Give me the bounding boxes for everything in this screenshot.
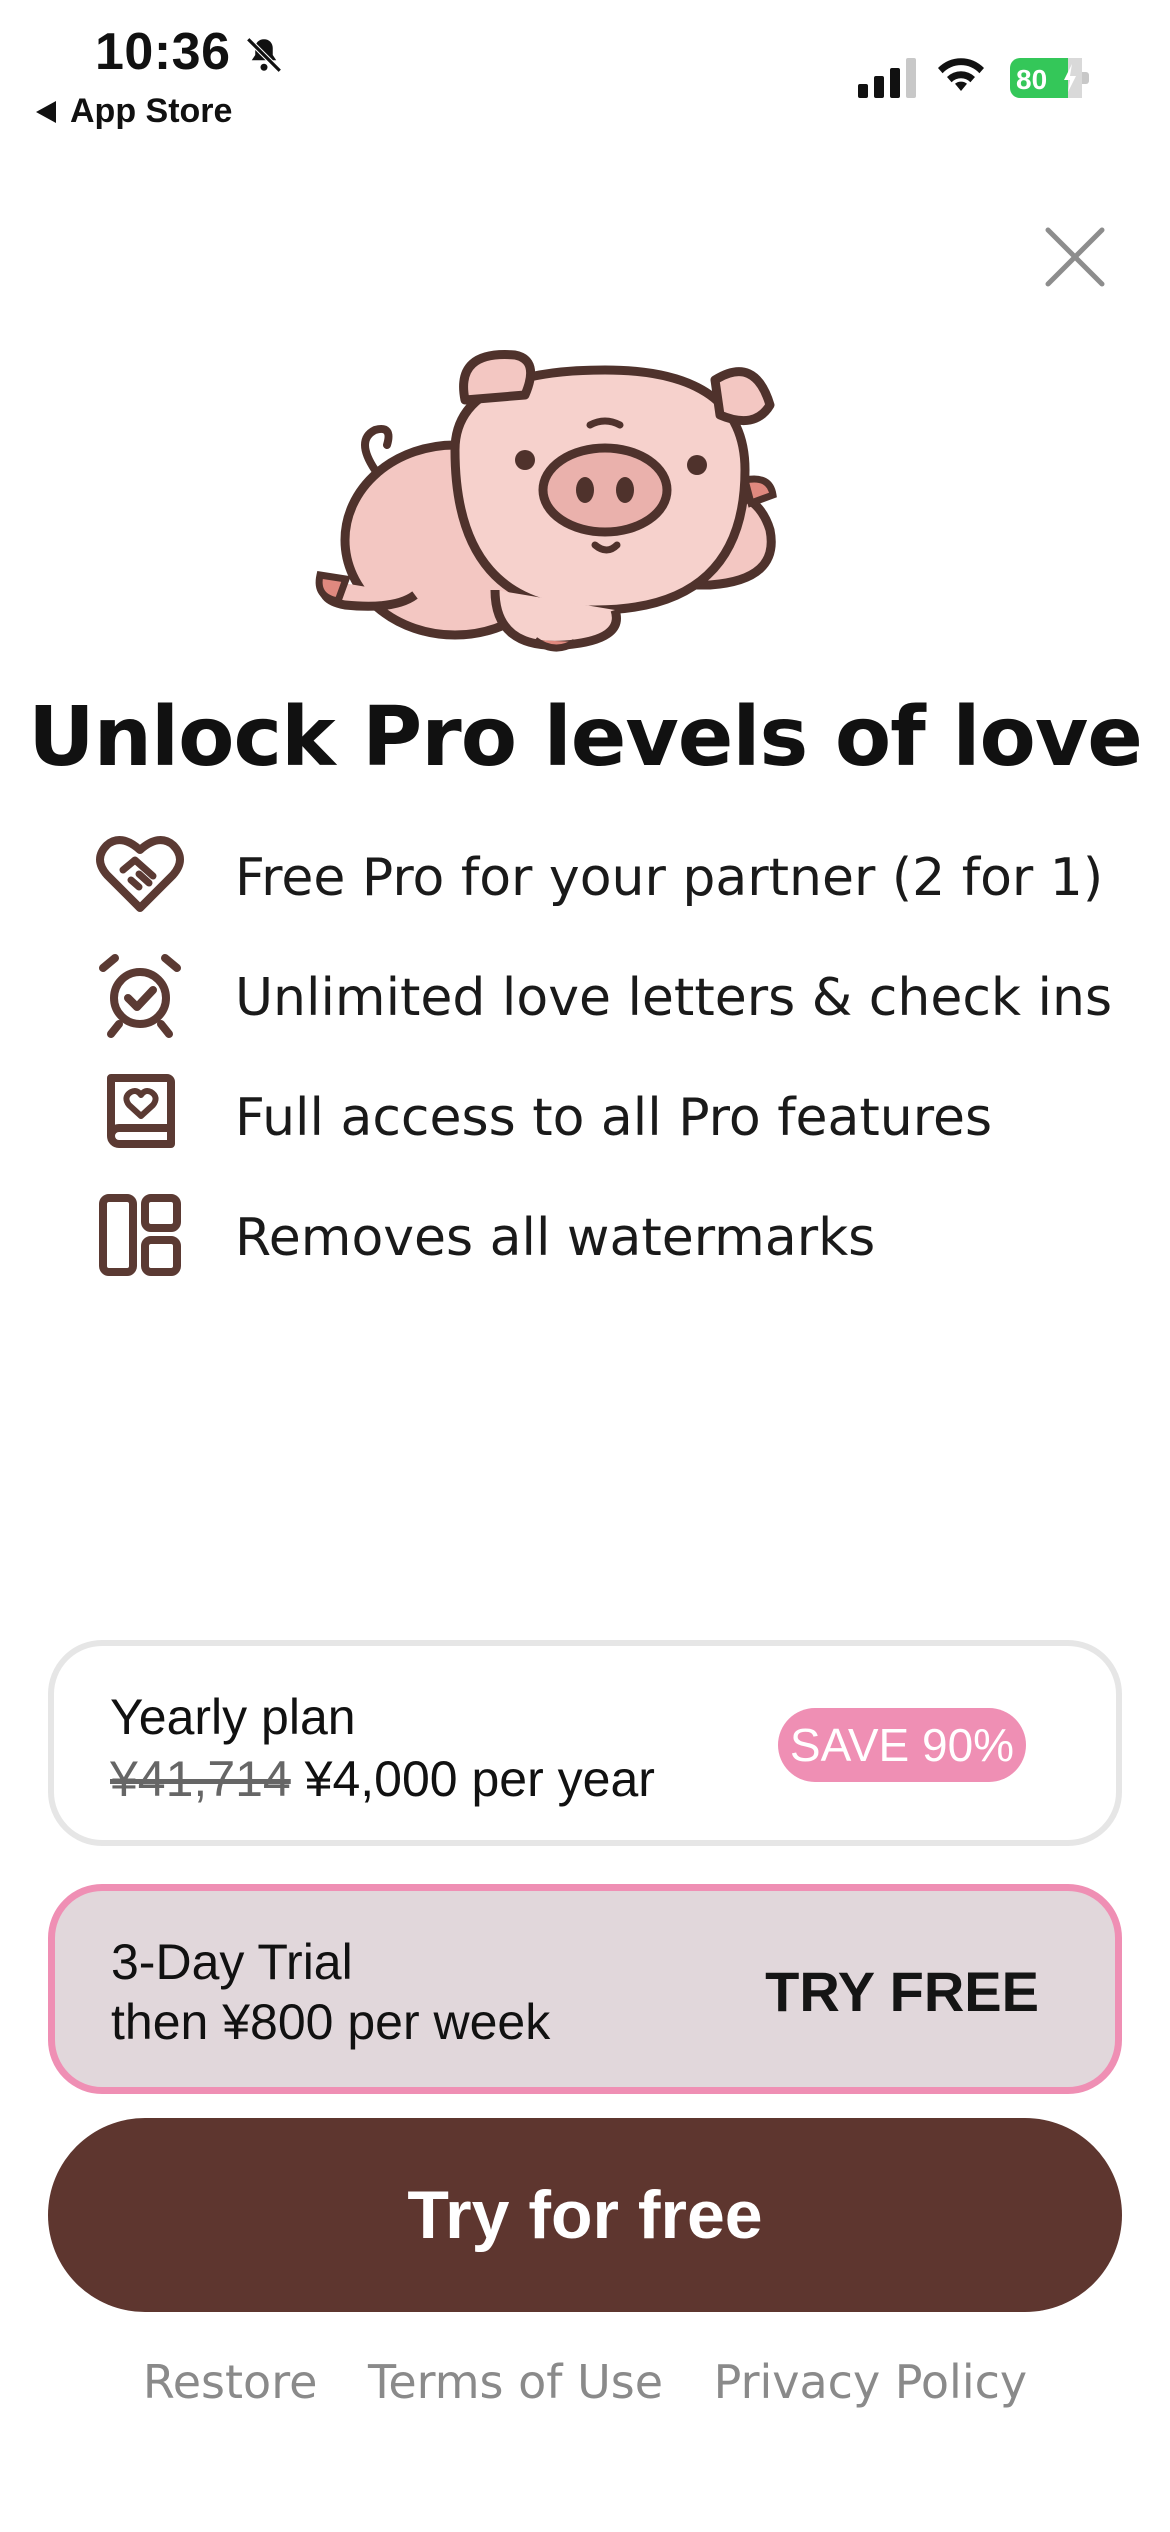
back-app-label: App Store bbox=[70, 92, 233, 130]
page-title: Unlock Pro levels of love bbox=[28, 690, 1143, 785]
back-triangle-icon bbox=[36, 100, 56, 123]
alarm-clock-icon bbox=[99, 954, 181, 1038]
back-to-app-store[interactable]: App Store bbox=[36, 92, 232, 131]
terms-of-use-link[interactable]: Terms of Use bbox=[368, 2355, 663, 2409]
yearly-plan-option[interactable]: Yearly plan ¥41,714 ¥4,000 per year SAVE… bbox=[48, 1640, 1122, 1846]
status-time: 10:36 bbox=[95, 23, 231, 81]
restore-link[interactable]: Restore bbox=[143, 2355, 318, 2409]
trial-plan-option[interactable]: 3-Day Trial then ¥800 per week TRY FREE bbox=[48, 1884, 1122, 2094]
try-for-free-button[interactable]: Try for free bbox=[48, 2118, 1122, 2312]
pig-illustration bbox=[315, 350, 777, 652]
feature-item: Removes all watermarks bbox=[95, 1190, 1115, 1290]
feature-label: Unlimited love letters & check ins bbox=[235, 968, 1113, 1028]
heart-handshake-icon bbox=[96, 836, 184, 912]
battery-level: 80 bbox=[1016, 64, 1047, 95]
battery-charging-icon: 80 bbox=[1010, 58, 1089, 98]
feature-item: Free Pro for your partner (2 for 1) bbox=[95, 830, 1115, 930]
feature-label: Free Pro for your partner (2 for 1) bbox=[235, 848, 1104, 908]
bell-slash-icon bbox=[246, 37, 282, 73]
feature-label: Removes all watermarks bbox=[235, 1208, 876, 1268]
yearly-old-price: ¥41,714 bbox=[110, 1751, 291, 1807]
yearly-plan-price-line: ¥41,714 ¥4,000 per year bbox=[110, 1750, 655, 1808]
privacy-policy-link[interactable]: Privacy Policy bbox=[714, 2355, 1028, 2409]
trial-plan-name: 3-Day Trial bbox=[111, 1934, 353, 1990]
layout-grid-icon bbox=[99, 1194, 181, 1276]
trial-plan-price: then ¥800 per week bbox=[111, 1994, 551, 2050]
yearly-price: ¥4,000 per year bbox=[304, 1751, 655, 1807]
try-free-tag: TRY FREE bbox=[765, 1960, 1039, 2023]
save-badge: SAVE 90% bbox=[778, 1708, 1026, 1782]
yearly-plan-name: Yearly plan bbox=[110, 1689, 356, 1745]
wifi-icon bbox=[938, 58, 984, 91]
feature-item: Unlimited love letters & check ins bbox=[95, 950, 1115, 1050]
footer-links: Restore Terms of Use Privacy Policy bbox=[0, 2355, 1170, 2409]
status-bar: 10:36 App Store 80 bbox=[0, 0, 1170, 150]
feature-item: Full access to all Pro features bbox=[95, 1070, 1115, 1170]
heart-book-icon bbox=[107, 1074, 175, 1148]
feature-label: Full access to all Pro features bbox=[235, 1088, 993, 1148]
close-icon[interactable] bbox=[1040, 222, 1110, 292]
signal-icon bbox=[858, 58, 916, 98]
